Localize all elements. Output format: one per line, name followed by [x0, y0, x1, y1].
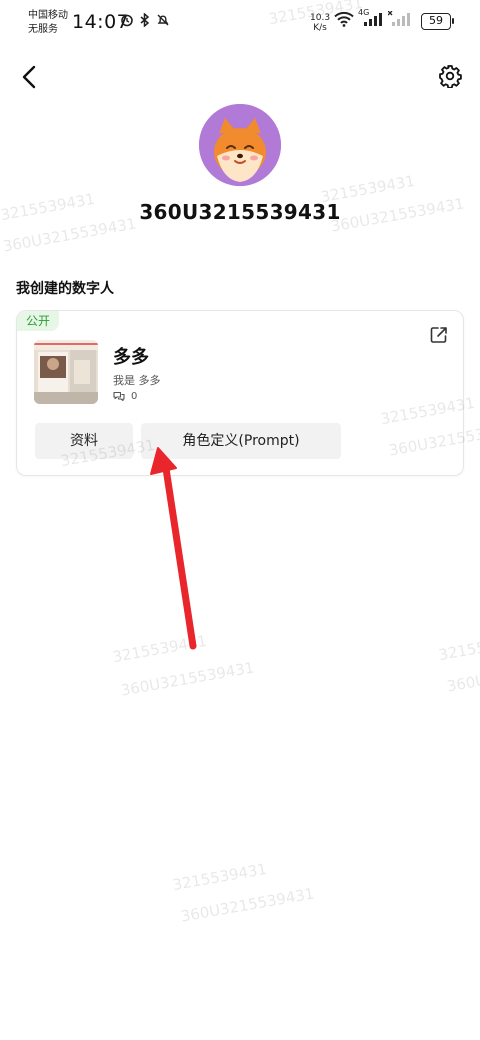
chat-count-value: 0	[131, 391, 138, 402]
status-bar: 中国移动 无服务 14:07 10.3 K/s 4G 59	[0, 0, 480, 44]
watermark: 3215539431	[437, 629, 480, 665]
bot-name: 多多	[113, 347, 149, 368]
bluetooth-icon	[138, 12, 152, 28]
carrier-info: 中国移动 无服务	[28, 9, 68, 37]
avatar[interactable]	[199, 104, 281, 186]
watermark: 3215539431	[111, 631, 209, 667]
fox-avatar-icon	[199, 104, 281, 186]
signal-no-service-icon	[387, 10, 410, 31]
status-icons-left	[120, 12, 170, 28]
chat-count: 0	[113, 391, 137, 402]
chat-bubble-icon	[113, 391, 125, 402]
bot-thumbnail-image	[34, 340, 98, 404]
gear-icon	[439, 65, 462, 88]
watermark: 360U3215539431	[119, 658, 256, 700]
signal-icon: 4G	[358, 8, 382, 31]
settings-button[interactable]	[436, 62, 464, 90]
net-speed: 10.3 K/s	[310, 13, 330, 33]
wifi-icon	[334, 11, 354, 31]
chevron-left-icon	[22, 65, 36, 89]
bot-intro: 我是 多多	[113, 374, 161, 387]
section-title: 我创建的数字人	[16, 281, 114, 297]
bot-card[interactable]: 公开 多多 我是 多多 0 资料 角色定义(Prompt)	[16, 310, 464, 476]
watermark: 360U3215539431	[179, 884, 316, 926]
network-type: 4G	[358, 8, 370, 17]
share-button[interactable]	[429, 325, 449, 345]
prompt-tab-button[interactable]: 角色定义(Prompt)	[141, 423, 341, 459]
net-speed-unit: K/s	[313, 23, 327, 33]
public-badge: 公开	[17, 311, 60, 331]
back-button[interactable]	[14, 62, 44, 92]
external-link-icon	[430, 327, 447, 343]
mute-icon	[156, 13, 170, 27]
carrier-status: 无服务	[28, 24, 58, 35]
battery-indicator: 59	[421, 13, 454, 30]
alarm-icon	[120, 13, 134, 27]
watermark: 3215539431	[171, 859, 269, 895]
status-icons-right: 4G	[334, 8, 410, 31]
watermark: 360U3215539431	[445, 654, 480, 696]
profile-tab-button[interactable]: 资料	[35, 423, 133, 459]
bot-thumbnail	[34, 340, 98, 404]
net-speed-value: 10.3	[310, 13, 331, 23]
username: 360U3215539431	[139, 200, 341, 224]
carrier-name: 中国移动	[28, 10, 68, 21]
